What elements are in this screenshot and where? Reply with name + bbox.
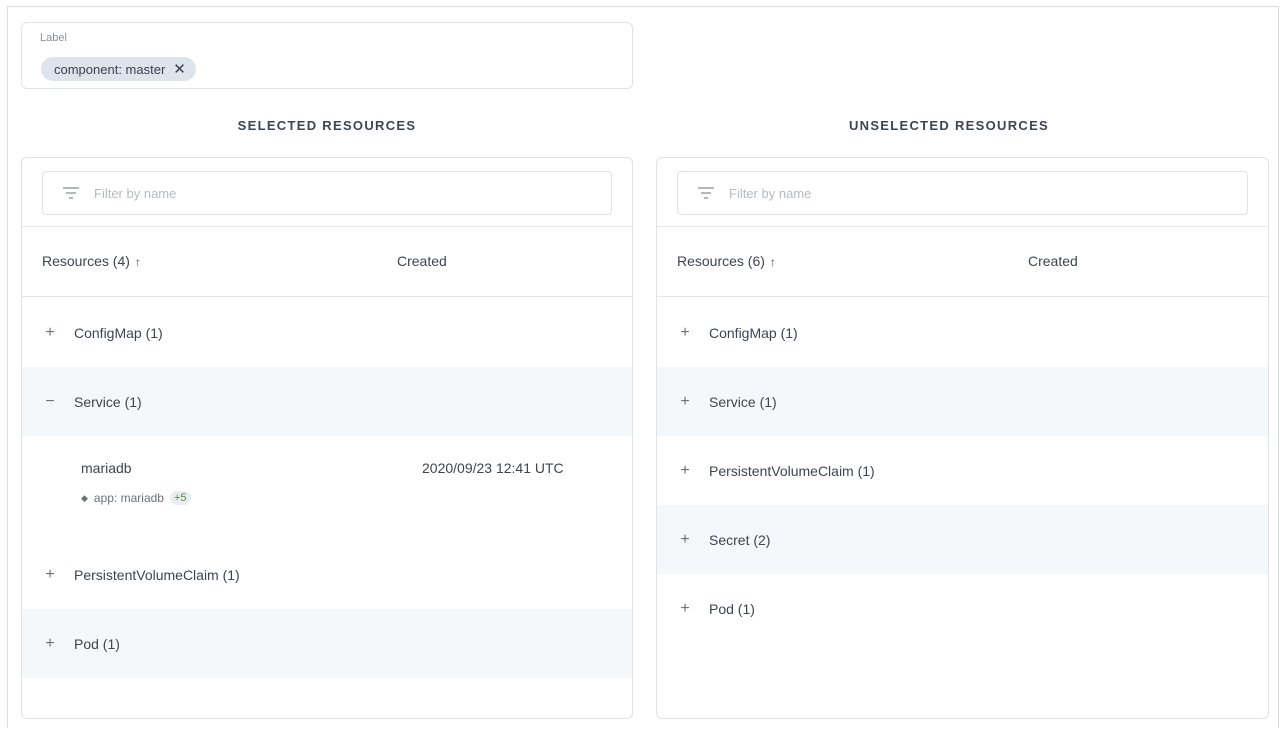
service-detail: mariadb 2020/09/23 12:41 UTC ◆ app: mari… <box>22 436 632 540</box>
resource-label: ConfigMap (1) <box>709 324 798 341</box>
unselected-col-resources-label: Resources (6) <box>677 253 765 269</box>
unselected-filter-box[interactable] <box>677 171 1248 215</box>
sort-arrow-icon: ↑ <box>769 255 776 269</box>
unselected-col-resources[interactable]: Resources (6) ↑ <box>677 253 776 269</box>
selected-filter-input[interactable] <box>94 185 514 201</box>
selected-filter-box[interactable] <box>42 171 612 215</box>
unselected-row-configmap[interactable]: + ConfigMap (1) <box>657 298 1268 367</box>
plus-icon[interactable]: + <box>678 393 692 411</box>
unselected-resources-panel: Resources (6) ↑ Created + ConfigMap (1) +… <box>656 157 1269 719</box>
chip-remove-icon[interactable]: ✕ <box>173 62 186 77</box>
resource-label: Service (1) <box>74 393 142 410</box>
selected-row-pod[interactable]: + Pod (1) <box>22 609 632 678</box>
resource-label: Pod (1) <box>709 600 755 617</box>
selected-row-service[interactable]: − Service (1) <box>22 367 632 436</box>
unselected-table-header: Resources (6) ↑ Created <box>657 227 1268 297</box>
unselected-resources-heading: UNSELECTED RESOURCES <box>848 118 1050 133</box>
unselected-filter-input[interactable] <box>729 185 1149 201</box>
resource-label: PersistentVolumeClaim (1) <box>74 566 240 583</box>
filter-icon <box>63 187 79 199</box>
resource-label: Pod (1) <box>74 635 120 652</box>
unselected-row-secret[interactable]: + Secret (2) <box>657 505 1268 574</box>
resource-name[interactable]: mariadb <box>81 460 132 476</box>
minus-icon[interactable]: − <box>43 393 57 411</box>
sort-arrow-icon: ↑ <box>134 255 141 269</box>
selected-row-configmap[interactable]: + ConfigMap (1) <box>22 298 632 367</box>
plus-icon[interactable]: + <box>678 531 692 549</box>
label-chip-text: component: master <box>54 61 166 77</box>
resource-label: PersistentVolumeClaim (1) <box>709 462 875 479</box>
label-filter-title: Label <box>40 32 67 44</box>
resource-label: Secret (2) <box>709 531 771 548</box>
resource-label: Service (1) <box>709 393 777 410</box>
unselected-row-service[interactable]: + Service (1) <box>657 367 1268 436</box>
unselected-row-pvc[interactable]: + PersistentVolumeClaim (1) <box>657 436 1268 505</box>
plus-icon[interactable]: + <box>43 635 57 653</box>
resource-created: 2020/09/23 12:41 UTC <box>422 460 564 476</box>
selected-col-resources[interactable]: Resources (4) ↑ <box>42 253 141 269</box>
selected-resources-heading: SELECTED RESOURCES <box>237 118 417 133</box>
plus-icon[interactable]: + <box>43 566 57 584</box>
label-chip: component: master ✕ <box>41 57 196 81</box>
tag-icon: ◆ <box>81 492 88 503</box>
plus-icon[interactable]: + <box>43 324 57 342</box>
selected-row-pvc[interactable]: + PersistentVolumeClaim (1) <box>22 540 632 609</box>
selected-filter-area <box>22 158 632 227</box>
selected-resources-panel: Resources (4) ↑ Created + ConfigMap (1) −… <box>21 157 633 719</box>
selected-table-header: Resources (4) ↑ Created <box>22 227 632 297</box>
resource-labels: ◆ app: mariadb +5 <box>81 491 191 505</box>
selected-col-resources-label: Resources (4) <box>42 253 130 269</box>
selected-col-created[interactable]: Created <box>397 253 447 269</box>
plus-icon[interactable]: + <box>678 462 692 480</box>
unselected-col-created[interactable]: Created <box>1028 253 1078 269</box>
label-filter-box[interactable]: Label component: master ✕ <box>21 22 633 89</box>
resource-label-tag: app: mariadb <box>93 491 164 505</box>
plus-icon[interactable]: + <box>678 324 692 342</box>
more-labels-badge[interactable]: +5 <box>169 491 191 505</box>
unselected-row-pod[interactable]: + Pod (1) <box>657 574 1268 643</box>
unselected-filter-area <box>657 158 1268 227</box>
resource-label: ConfigMap (1) <box>74 324 163 341</box>
plus-icon[interactable]: + <box>678 600 692 618</box>
filter-icon <box>698 187 714 199</box>
